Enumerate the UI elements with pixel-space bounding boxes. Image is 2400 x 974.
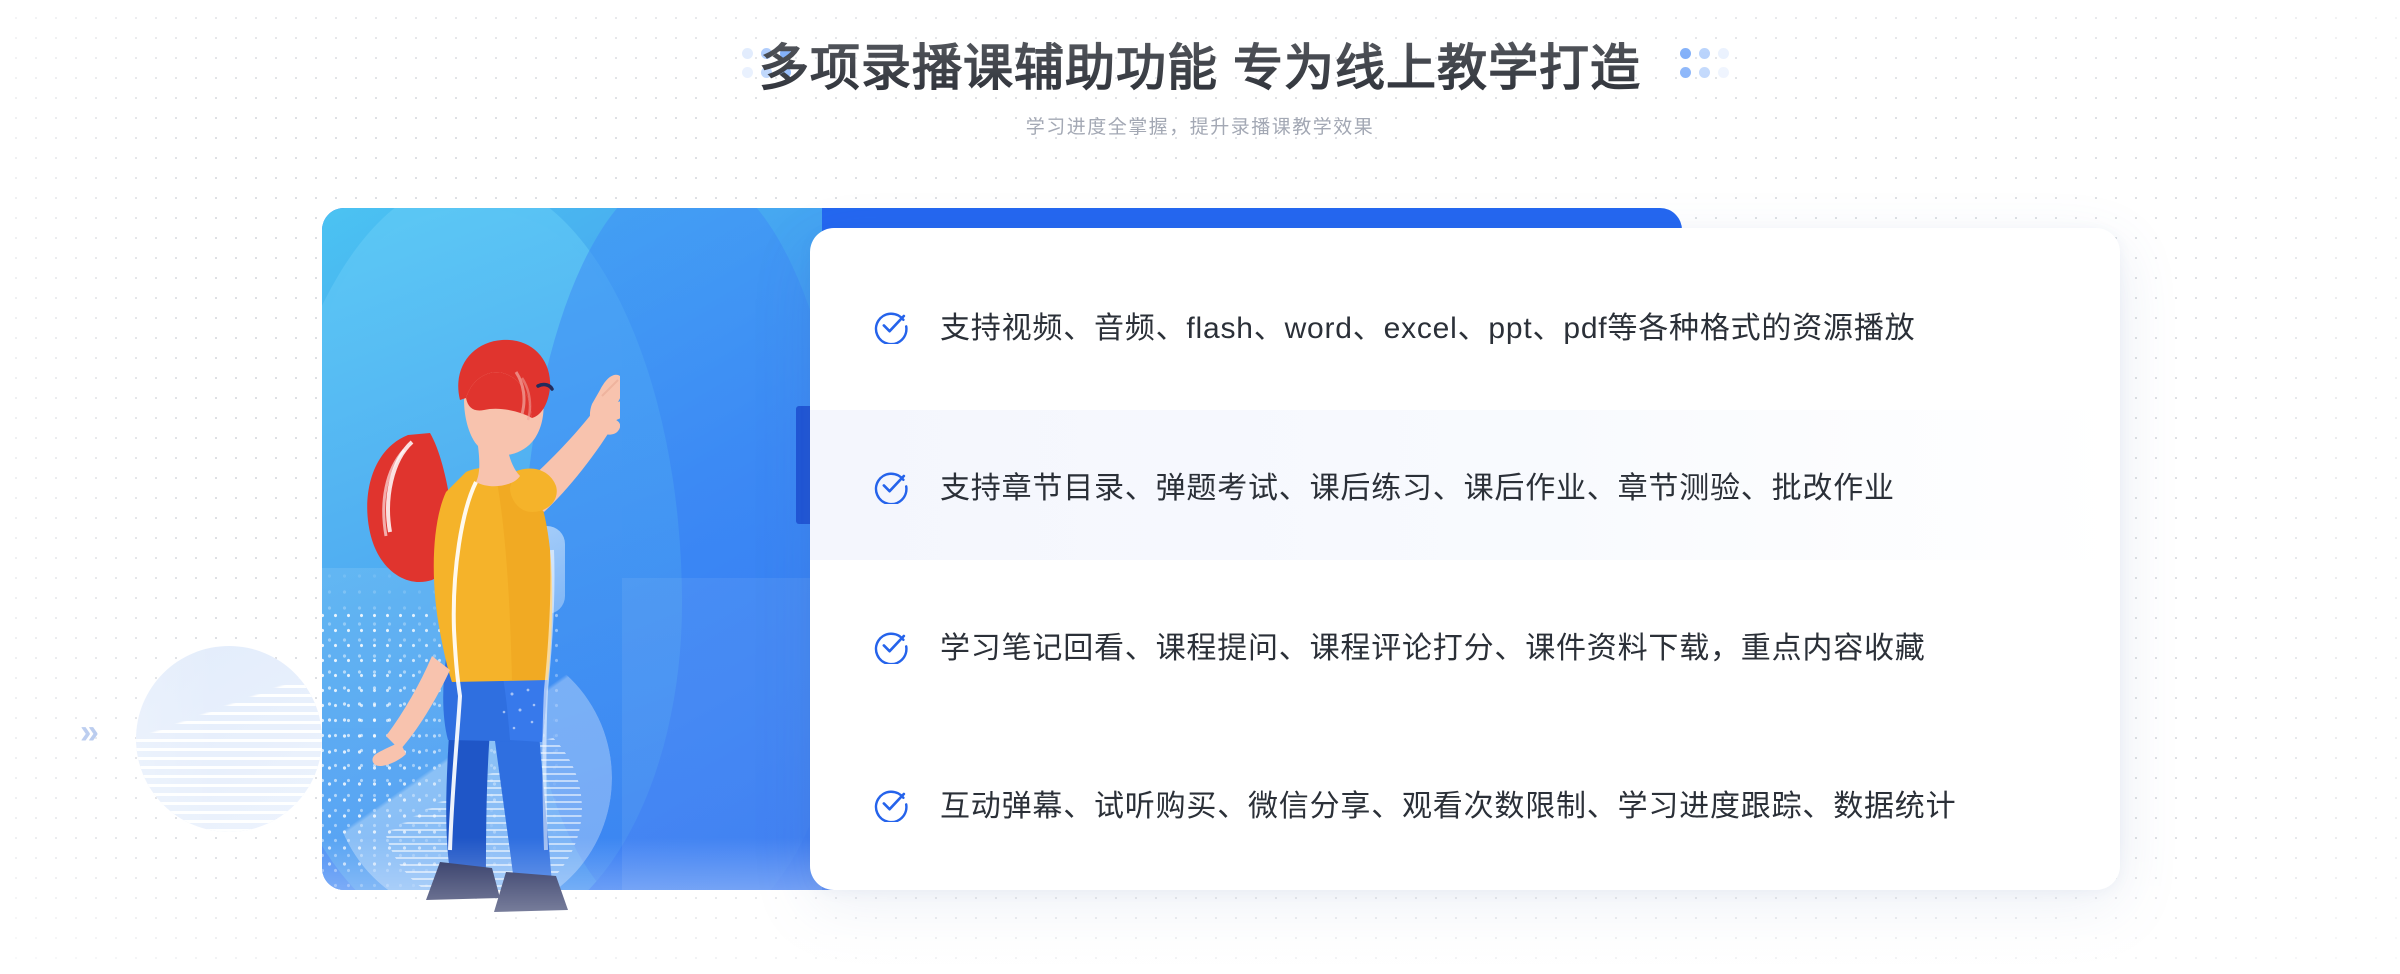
feature-label: 支持视频、音频、flash、word、excel、ppt、pdf等各种格式的资源… bbox=[940, 312, 1916, 345]
feature-row[interactable]: 互动弹幕、试听购买、微信分享、观看次数限制、学习进度跟踪、数据统计 bbox=[810, 728, 2120, 878]
feature-card: 支持视频、音频、flash、word、excel、ppt、pdf等各种格式的资源… bbox=[810, 228, 2120, 890]
feature-row[interactable]: 支持视频、音频、flash、word、excel、ppt、pdf等各种格式的资源… bbox=[810, 250, 2120, 400]
feature-label: 支持章节目录、弹题考试、课后练习、课后作业、章节测验、批改作业 bbox=[940, 472, 1895, 505]
feature-label: 学习笔记回看、课程提问、课程评论打分、课件资料下载，重点内容收藏 bbox=[940, 632, 1926, 665]
decorative-dot-cluster-right bbox=[1680, 48, 1732, 88]
character-illustration bbox=[367, 339, 620, 912]
decorative-pale-circle-stripes bbox=[136, 646, 322, 832]
chevron-right-icon: » bbox=[80, 713, 99, 751]
check-circle-icon bbox=[874, 632, 908, 664]
decorative-rect-2 bbox=[622, 578, 822, 890]
check-circle-icon bbox=[874, 790, 908, 822]
page-subtitle: 学习进度全掌握，提升录播课教学效果 bbox=[1025, 117, 1375, 138]
header: 多项录播课辅助功能 专为线上教学打造 学习进度全掌握，提升录播课教学效果 bbox=[0, 0, 2400, 170]
feature-row[interactable]: 支持章节目录、弹题考试、课后练习、课后作业、章节测验、批改作业 bbox=[810, 410, 2120, 560]
feature-label: 互动弹幕、试听购买、微信分享、观看次数限制、学习进度跟踪、数据统计 bbox=[940, 790, 1957, 823]
feature-row[interactable]: 学习笔记回看、课程提问、课程评论打分、课件资料下载，重点内容收藏 bbox=[810, 570, 2120, 720]
check-circle-icon bbox=[874, 312, 908, 344]
check-circle-icon bbox=[874, 472, 908, 504]
page-title: 多项录播课辅助功能 专为线上教学打造 bbox=[759, 40, 1641, 96]
